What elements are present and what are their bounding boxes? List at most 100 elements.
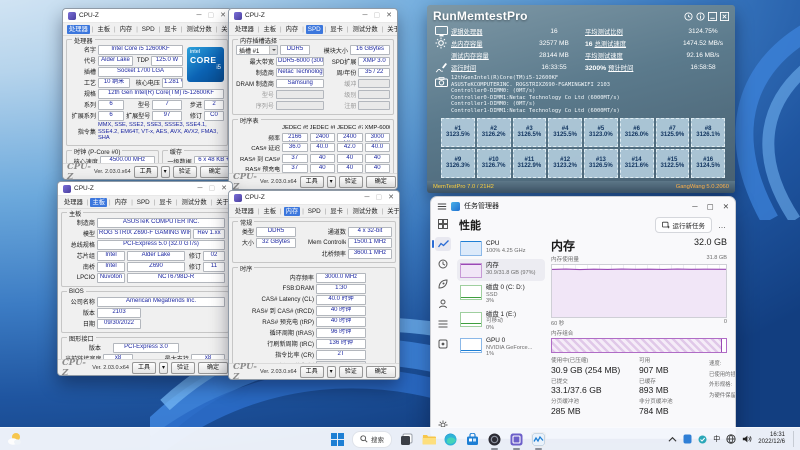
tab-测试分数[interactable]: 测试分数 [350, 207, 379, 216]
sidebar-item-CPU[interactable]: CPU100% 4.25 GHz [457, 237, 545, 259]
validate-button[interactable]: 验证 [171, 362, 195, 374]
nav-startup-apps-icon[interactable] [435, 277, 451, 291]
minimize-icon[interactable]: ─ [363, 12, 368, 19]
tab-显卡[interactable]: 显卡 [157, 198, 174, 207]
run-new-task-button[interactable]: 运行新任务 [655, 217, 713, 233]
sidebar-item-磁盘 1 (E:)[interactable]: 磁盘 1 (E:)可移动0% [457, 308, 545, 335]
tab-主板[interactable]: 主板 [261, 25, 278, 34]
hamburger-menu-icon[interactable] [437, 202, 447, 211]
memory-composition-bar[interactable] [551, 338, 727, 353]
tab-关于[interactable]: 关于 [385, 207, 400, 216]
titlebar[interactable]: 任务管理器 ─▢✕ [431, 197, 735, 215]
tab-主板[interactable]: 主板 [90, 198, 107, 207]
tools-button[interactable]: 工具 [134, 166, 158, 178]
validate-button[interactable]: 验证 [173, 166, 197, 178]
clock-icon[interactable] [684, 12, 693, 21]
taskbar-app-dark-icon[interactable] [487, 432, 502, 447]
tools-dropdown-button[interactable]: ▾ [327, 176, 336, 188]
tray-app-teal-icon[interactable] [698, 435, 707, 444]
tab-SPD[interactable]: SPD [140, 25, 157, 34]
start-button[interactable] [330, 432, 345, 447]
ok-button[interactable]: 确定 [200, 166, 230, 178]
tab-显卡[interactable]: 显卡 [162, 25, 179, 34]
minimize-icon[interactable]: ─ [365, 194, 370, 201]
tab-内存[interactable]: 内存 [118, 25, 135, 34]
tab-显卡[interactable]: 显卡 [328, 207, 345, 216]
tools-button[interactable]: 工具 [132, 362, 156, 374]
memory-usage-graph[interactable] [551, 264, 727, 318]
close-icon[interactable]: ✕ [386, 12, 392, 19]
edge-browser-icon[interactable] [443, 432, 458, 447]
tab-关于[interactable]: 关于 [385, 25, 398, 34]
minimize-icon[interactable] [708, 12, 717, 21]
maximize-icon[interactable]: ▢ [707, 202, 714, 211]
sidebar-item-内存[interactable]: 内存30.9/31.8 GB (97%) [457, 259, 545, 281]
titlebar[interactable]: CPU-Z ─▢✕ [229, 9, 397, 23]
clock[interactable]: 16:31 2022/12/6 [758, 432, 785, 446]
validate-button[interactable]: 验证 [339, 366, 363, 378]
tools-dropdown-button[interactable]: ▾ [161, 166, 170, 178]
ok-button[interactable]: 确定 [366, 366, 396, 378]
volume-icon[interactable] [742, 434, 752, 444]
search-box[interactable]: 搜索 [352, 431, 392, 448]
titlebar[interactable]: CPU-Z ─▢✕ [229, 191, 399, 205]
info-icon[interactable] [696, 12, 705, 21]
nav-details-icon[interactable] [435, 317, 451, 331]
tab-主板[interactable]: 主板 [261, 207, 278, 216]
ok-button[interactable]: 确定 [198, 362, 228, 374]
minimize-icon[interactable]: ─ [197, 12, 202, 19]
tools-button[interactable]: 工具 [300, 176, 324, 188]
network-icon[interactable] [726, 434, 736, 444]
tab-处理器[interactable]: 处理器 [233, 25, 256, 34]
minimize-icon[interactable]: ─ [198, 185, 203, 192]
tab-测试分数[interactable]: 测试分数 [184, 25, 213, 34]
titlebar[interactable]: RunMemtestPro [427, 5, 735, 24]
microsoft-store-icon[interactable] [465, 432, 480, 447]
task-view-button[interactable] [399, 432, 414, 447]
tab-内存[interactable]: 内存 [284, 207, 301, 216]
tray-chevron-up-icon[interactable] [668, 436, 677, 443]
sidebar-item-磁盘 0 (C: D:)[interactable]: 磁盘 0 (C: D:)SSD3% [457, 281, 545, 308]
tab-处理器[interactable]: 处理器 [233, 207, 256, 216]
nav-performance-icon[interactable] [435, 237, 451, 251]
validate-button[interactable]: 验证 [339, 176, 363, 188]
titlebar[interactable]: CPU-Z ─▢✕ [58, 182, 232, 196]
show-desktop-button[interactable] [793, 431, 796, 447]
dropdown[interactable]: 插槽 #1 [236, 45, 278, 55]
close-icon[interactable]: ✕ [220, 12, 226, 19]
tab-SPD[interactable]: SPD [306, 25, 323, 34]
minimize-icon[interactable]: ─ [692, 202, 697, 211]
close-icon[interactable]: ✕ [723, 202, 729, 211]
tools-dropdown-button[interactable]: ▾ [159, 362, 168, 374]
tab-处理器[interactable]: 处理器 [67, 25, 90, 34]
tray-app-blue-icon[interactable] [683, 434, 692, 444]
close-icon[interactable] [720, 12, 729, 21]
close-icon[interactable]: ✕ [221, 185, 227, 192]
taskbar-memtest-icon[interactable] [531, 432, 546, 447]
tab-测试分数[interactable]: 测试分数 [350, 25, 379, 34]
tab-SPD[interactable]: SPD [135, 198, 152, 207]
sidebar-item-GPU 0[interactable]: GPU 0NVIDIA GeForce...1% [457, 334, 545, 361]
tab-内存[interactable]: 内存 [284, 25, 301, 34]
tab-SPD[interactable]: SPD [306, 207, 323, 216]
widgets-weather-icon[interactable] [6, 431, 22, 447]
tab-显卡[interactable]: 显卡 [328, 25, 345, 34]
tools-button[interactable]: 工具 [300, 366, 324, 378]
file-explorer-icon[interactable] [421, 432, 436, 447]
more-options-button[interactable]: … [718, 221, 727, 230]
nav-app-history-icon[interactable] [435, 257, 451, 271]
nav-services-icon[interactable] [435, 337, 451, 351]
tools-dropdown-button[interactable]: ▾ [327, 366, 336, 378]
tab-处理器[interactable]: 处理器 [62, 198, 85, 207]
titlebar[interactable]: CPU-Z ─▢✕ [63, 9, 231, 23]
ime-indicator[interactable]: 中 [713, 434, 720, 444]
nav-processes-icon[interactable] [435, 217, 451, 231]
tab-内存[interactable]: 内存 [113, 198, 130, 207]
ok-button[interactable]: 确定 [366, 176, 396, 188]
tab-测试分数[interactable]: 测试分数 [179, 198, 208, 207]
nav-users-icon[interactable] [435, 297, 451, 311]
tab-主板[interactable]: 主板 [95, 25, 112, 34]
close-icon[interactable]: ✕ [388, 194, 394, 201]
camera-icon[interactable] [435, 77, 448, 87]
taskbar-cpuz-icon[interactable] [509, 432, 524, 447]
